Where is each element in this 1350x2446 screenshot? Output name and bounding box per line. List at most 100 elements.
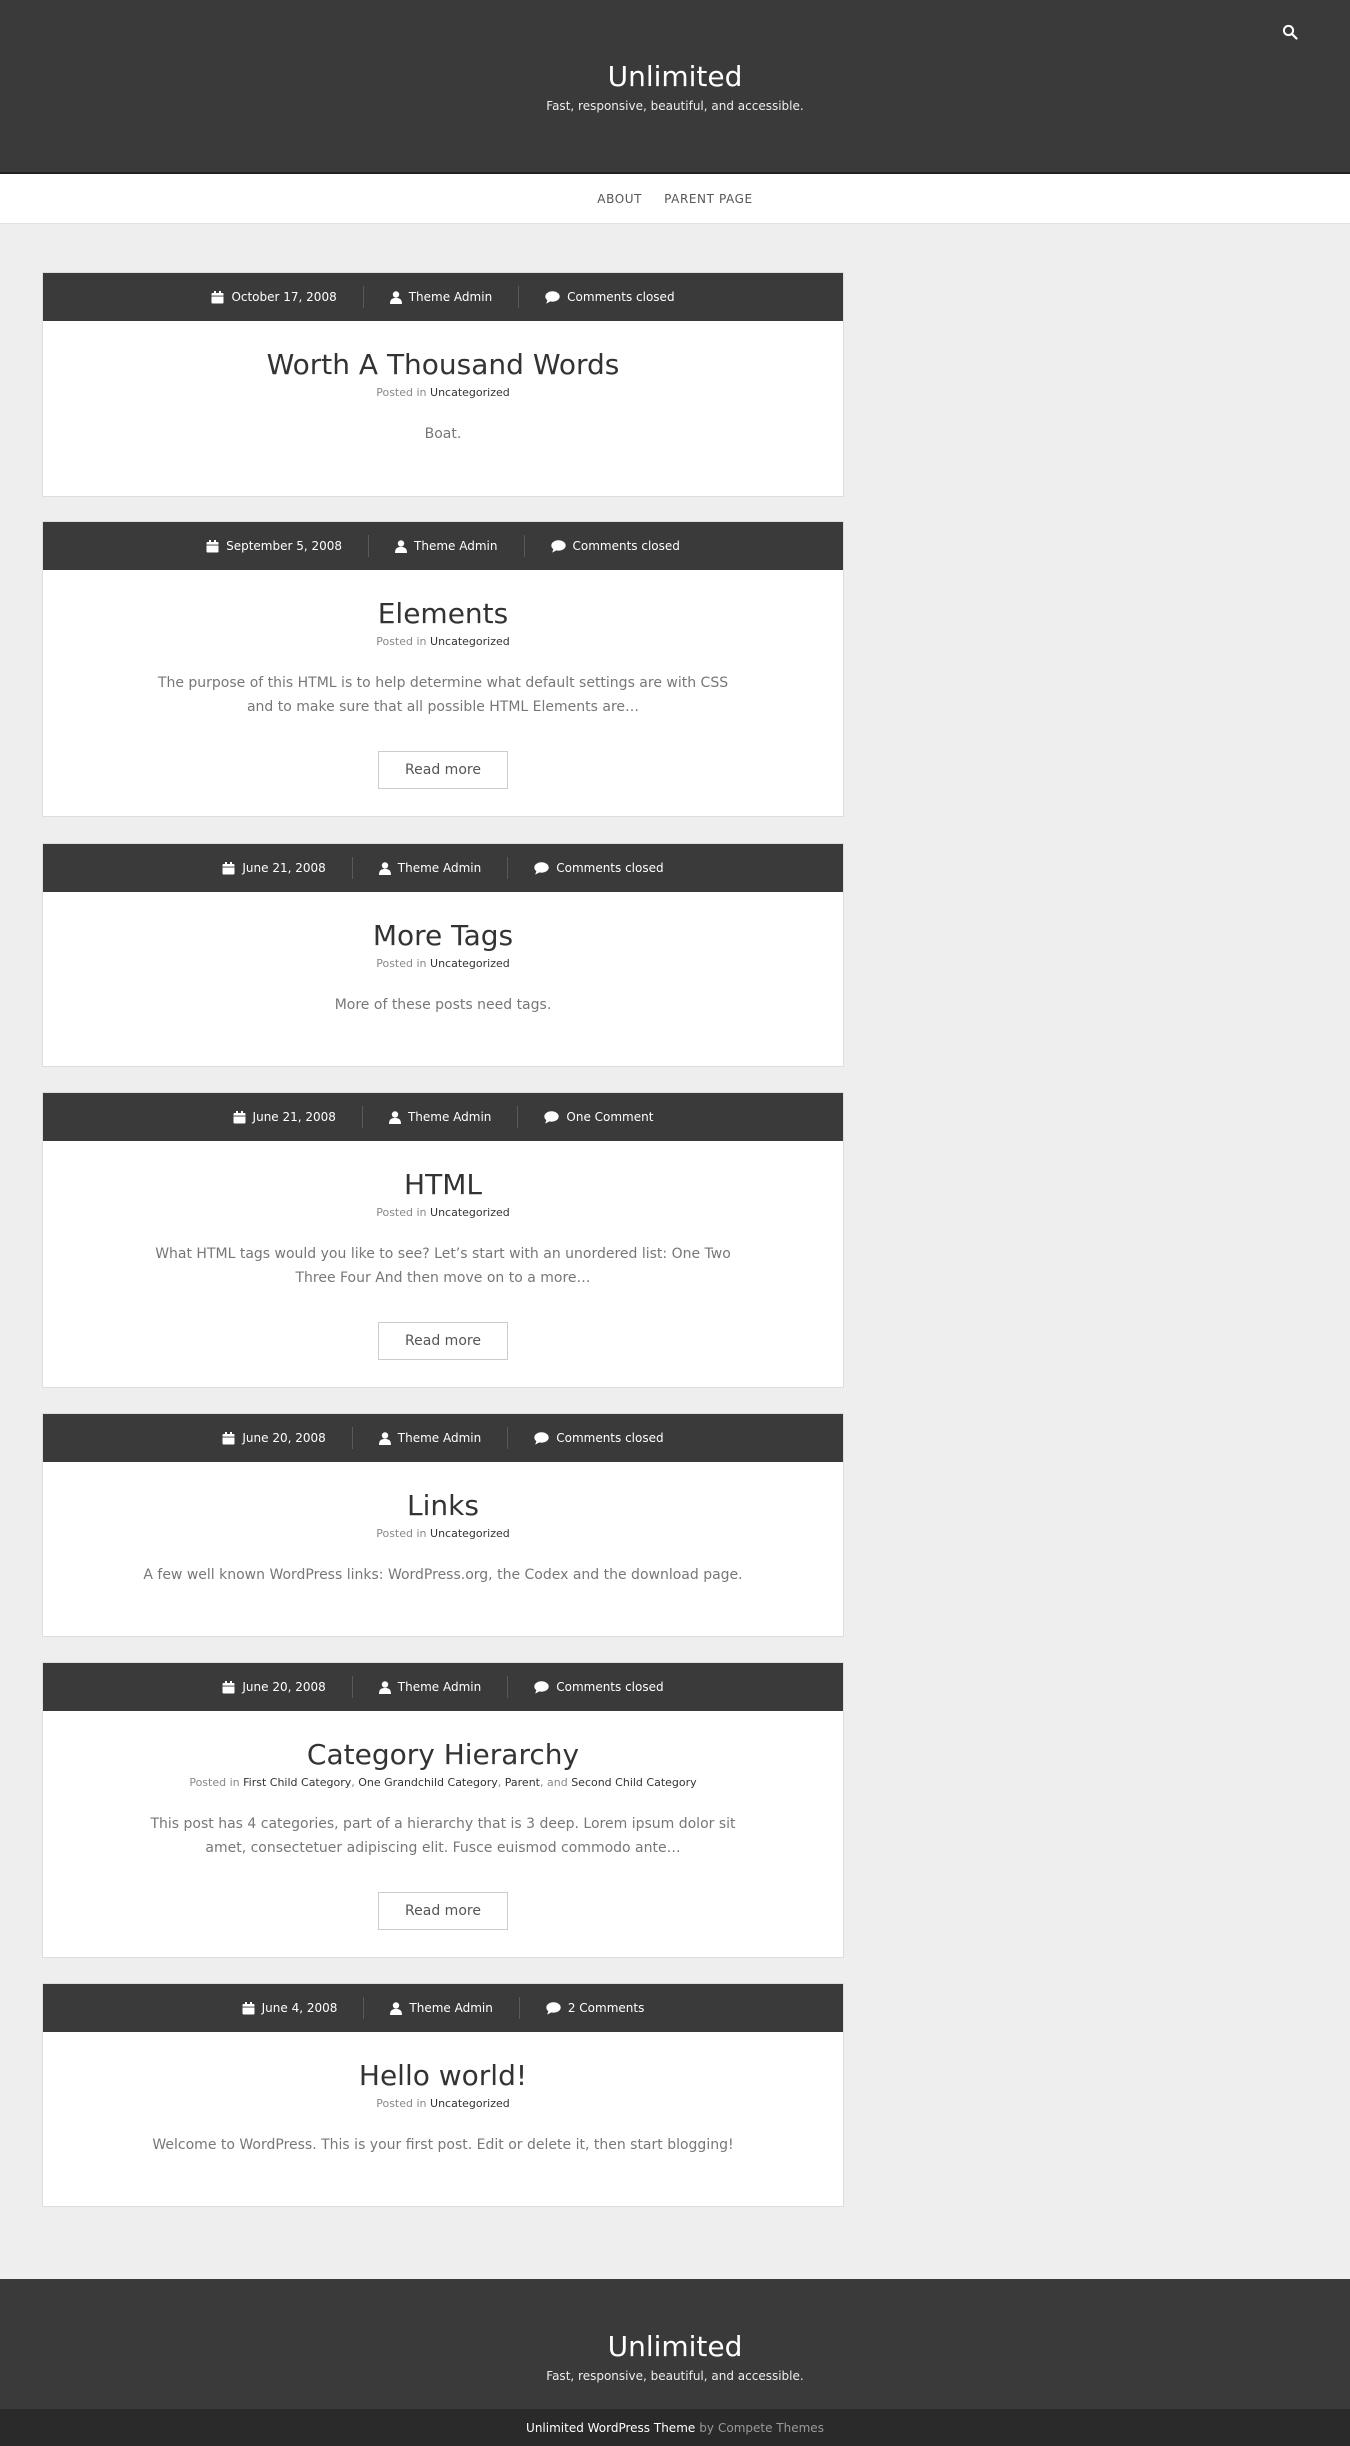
calendar-icon xyxy=(233,1110,246,1123)
posted-in-label: Posted in xyxy=(376,635,427,648)
post-body: Worth A Thousand Words Posted in Uncateg… xyxy=(43,321,843,446)
category-link[interactable]: Uncategorized xyxy=(430,2097,510,2110)
user-icon xyxy=(378,861,391,875)
comment-icon xyxy=(546,2001,561,2015)
post-categories: Posted in Uncategorized xyxy=(123,2097,763,2111)
post-date-link[interactable]: June 21, 2008 xyxy=(242,861,325,875)
nav-item-about[interactable]: About xyxy=(597,192,642,206)
post-title: Elements xyxy=(123,598,763,630)
post-title-link[interactable]: Hello world! xyxy=(359,2059,527,2092)
post-comments: Comments closed xyxy=(508,861,689,875)
footer-tagline: Fast, responsive, beautiful, and accessi… xyxy=(546,2369,804,2383)
post-comments-text: Comments closed xyxy=(556,1680,664,1694)
post-title-link[interactable]: Worth A Thousand Words xyxy=(267,348,620,381)
post-date-link[interactable]: September 5, 2008 xyxy=(226,539,342,553)
category-link[interactable]: First Child Category xyxy=(243,1776,351,1789)
post-meta: June 20, 2008 Theme Admin Comments close… xyxy=(43,1414,843,1462)
category-link[interactable]: Parent xyxy=(505,1776,540,1789)
post-date-link[interactable]: June 4, 2008 xyxy=(262,2001,338,2015)
post-author-link[interactable]: Theme Admin xyxy=(409,2001,492,2015)
post-date-link[interactable]: June 20, 2008 xyxy=(242,1431,325,1445)
comment-icon xyxy=(534,1431,549,1445)
post-meta: October 17, 2008 Theme Admin Comments cl… xyxy=(43,273,843,321)
post-date: June 21, 2008 xyxy=(196,861,351,875)
post-author: Theme Admin xyxy=(353,1680,507,1694)
post-title: Links xyxy=(123,1490,763,1522)
read-more-button[interactable]: Read more xyxy=(378,1892,508,1930)
post-body: Links Posted in Uncategorized A few well… xyxy=(43,1462,843,1587)
category-link[interactable]: Uncategorized xyxy=(430,635,510,648)
post-meta: June 20, 2008 Theme Admin Comments close… xyxy=(43,1663,843,1711)
footer-site-title[interactable]: Unlimited xyxy=(0,2330,1350,2363)
posted-in-label: Posted in xyxy=(376,386,427,399)
read-more-button[interactable]: Read more xyxy=(378,1322,508,1360)
post-title-link[interactable]: Elements xyxy=(378,597,509,630)
read-more-button[interactable]: Read more xyxy=(378,751,508,789)
post-card: October 17, 2008 Theme Admin Comments cl… xyxy=(42,272,844,497)
post-author-link[interactable]: Theme Admin xyxy=(408,1110,491,1124)
post-title: More Tags xyxy=(123,920,763,952)
category-link[interactable]: Uncategorized xyxy=(430,957,510,970)
post-author-link[interactable]: Theme Admin xyxy=(398,1431,481,1445)
category-link[interactable]: Uncategorized xyxy=(430,1206,510,1219)
category-link[interactable]: Uncategorized xyxy=(430,1527,510,1540)
post-date: June 21, 2008 xyxy=(207,1110,362,1124)
post-meta: June 4, 2008 Theme Admin 2 Comments xyxy=(43,1984,843,2032)
post-categories: Posted in Uncategorized xyxy=(123,957,763,971)
post-comments-text: Comments closed xyxy=(556,1431,664,1445)
post-comments-text: Comments closed xyxy=(556,861,664,875)
category-link[interactable]: Uncategorized xyxy=(430,386,510,399)
posted-in-label: Posted in xyxy=(376,957,427,970)
post-author-link[interactable]: Theme Admin xyxy=(414,539,497,553)
post-comments: One Comment xyxy=(518,1110,679,1124)
nav-item-parent-page[interactable]: Parent Page xyxy=(664,192,753,206)
post-comments-link[interactable]: One Comment xyxy=(566,1110,653,1124)
post-excerpt: More of these posts need tags. xyxy=(334,997,552,1013)
post-body: Category Hierarchy Posted in First Child… xyxy=(43,1711,843,1930)
category-link[interactable]: One Grandchild Category xyxy=(358,1776,498,1789)
calendar-icon xyxy=(222,1680,235,1693)
post-title-link[interactable]: HTML xyxy=(404,1168,482,1201)
post-title-link[interactable]: Links xyxy=(407,1489,479,1522)
post-meta: June 21, 2008 Theme Admin One Comment xyxy=(43,1093,843,1141)
post-excerpt: What HTML tags would you like to see? Le… xyxy=(155,1246,731,1286)
post-date-link[interactable]: June 21, 2008 xyxy=(253,1110,336,1124)
posted-in-label: Posted in xyxy=(189,1776,240,1789)
user-icon xyxy=(378,1680,391,1694)
post-author-link[interactable]: Theme Admin xyxy=(398,1680,481,1694)
post-card: September 5, 2008 Theme Admin Comments c… xyxy=(42,521,844,817)
post-comments: Comments closed xyxy=(508,1680,689,1694)
post-author-link[interactable]: Theme Admin xyxy=(409,290,492,304)
search-button[interactable] xyxy=(1275,17,1305,47)
post-card: June 20, 2008 Theme Admin Comments close… xyxy=(42,1662,844,1958)
calendar-icon xyxy=(206,539,219,552)
post-comments: Comments closed xyxy=(508,1431,689,1445)
post-date-link[interactable]: October 17, 2008 xyxy=(231,290,336,304)
category-and: and xyxy=(546,1776,568,1789)
post-author: Theme Admin xyxy=(369,539,523,553)
category-separator: , xyxy=(539,1776,544,1789)
post-comments-link[interactable]: 2 Comments xyxy=(568,2001,645,2015)
user-icon xyxy=(378,1431,391,1445)
main-nav: About Parent Page xyxy=(0,174,1350,224)
post-body: Hello world! Posted in Uncategorized Wel… xyxy=(43,2032,843,2157)
post-date: June 20, 2008 xyxy=(196,1431,351,1445)
post-author: Theme Admin xyxy=(353,861,507,875)
comment-icon xyxy=(550,539,566,553)
post-date-link[interactable]: June 20, 2008 xyxy=(242,1680,325,1694)
post-title: Hello world! xyxy=(123,2060,763,2092)
site-title[interactable]: Unlimited xyxy=(0,60,1350,93)
post-title-link[interactable]: More Tags xyxy=(373,919,513,952)
post-card: June 21, 2008 Theme Admin Comments close… xyxy=(42,843,844,1067)
site-footer: Unlimited Fast, responsive, beautiful, a… xyxy=(0,2279,1350,2409)
post-author-link[interactable]: Theme Admin xyxy=(398,861,481,875)
comment-icon xyxy=(534,1680,549,1694)
post-author: Theme Admin xyxy=(353,1431,507,1445)
category-link[interactable]: Second Child Category xyxy=(571,1776,696,1789)
post-author: Theme Admin xyxy=(364,290,518,304)
theme-author-link[interactable]: Compete Themes xyxy=(718,2421,824,2435)
post-title-link[interactable]: Category Hierarchy xyxy=(307,1738,579,1771)
theme-credit-link[interactable]: Unlimited WordPress Theme xyxy=(526,2421,695,2435)
category-separator: , xyxy=(497,1776,502,1789)
post-date: June 4, 2008 xyxy=(216,2001,364,2015)
